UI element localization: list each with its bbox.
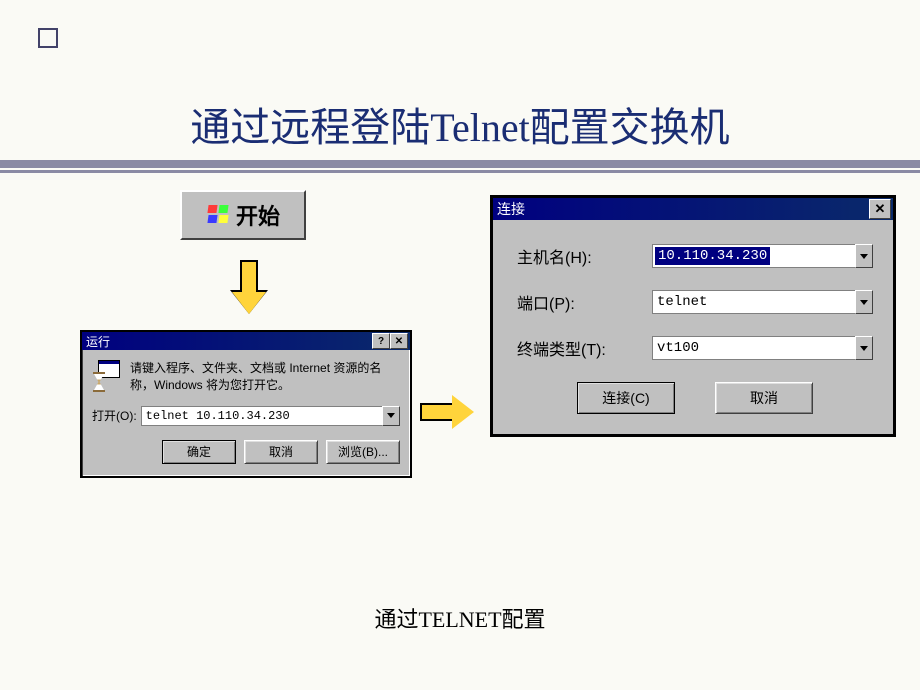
host-combobox[interactable]: 10.110.34.230: [652, 244, 873, 268]
dropdown-icon[interactable]: [855, 290, 873, 314]
flow-arrow-down-icon: [232, 260, 266, 314]
flow-arrow-right-icon: [420, 395, 474, 429]
close-button[interactable]: ✕: [390, 333, 408, 349]
start-button-label: 开始: [236, 199, 280, 231]
start-button[interactable]: 开始: [180, 190, 306, 240]
open-label: 打开(O):: [92, 407, 137, 424]
slide-caption: 通过TELNET配置: [0, 602, 920, 634]
port-combobox[interactable]: [652, 290, 873, 314]
host-label: 主机名(H):: [517, 244, 652, 268]
title-underline: [0, 160, 920, 174]
run-dialog-titlebar: 运行 ? ✕: [82, 332, 410, 350]
help-button[interactable]: ?: [372, 333, 390, 349]
terminal-type-label: 终端类型(T):: [517, 336, 652, 360]
run-program-icon: [92, 360, 120, 392]
port-label: 端口(P):: [517, 290, 652, 314]
port-input[interactable]: [652, 290, 855, 314]
slide-title: 通过远程登陆Telnet配置交换机: [0, 95, 920, 153]
ok-button[interactable]: 确定: [162, 440, 236, 464]
run-dialog: 运行 ? ✕ 请键入程序、文件夹、文档或 Internet 资源的名称，Wind…: [80, 330, 412, 478]
connect-button[interactable]: 连接(C): [577, 382, 675, 414]
open-combobox[interactable]: [141, 406, 400, 426]
cancel-button[interactable]: 取消: [715, 382, 813, 414]
windows-logo-icon: [206, 205, 230, 225]
browse-button[interactable]: 浏览(B)...: [326, 440, 400, 464]
connect-dialog-title: 连接: [497, 199, 525, 219]
dropdown-icon[interactable]: [855, 244, 873, 268]
dropdown-icon[interactable]: [382, 406, 400, 426]
host-value: 10.110.34.230: [655, 247, 770, 265]
connect-dialog: 连接 ✕ 主机名(H): 10.110.34.230 端口(P): 终端类型(T…: [490, 195, 896, 437]
close-button[interactable]: ✕: [869, 199, 891, 219]
run-dialog-description: 请键入程序、文件夹、文档或 Internet 资源的名称，Windows 将为您…: [130, 360, 400, 394]
run-dialog-title: 运行: [86, 333, 110, 350]
dropdown-icon[interactable]: [855, 336, 873, 360]
terminal-type-input[interactable]: [652, 336, 855, 360]
connect-dialog-titlebar: 连接 ✕: [493, 198, 893, 220]
slide-bullet-marker: [38, 28, 58, 48]
open-input[interactable]: [141, 406, 382, 426]
terminal-type-combobox[interactable]: [652, 336, 873, 360]
cancel-button[interactable]: 取消: [244, 440, 318, 464]
